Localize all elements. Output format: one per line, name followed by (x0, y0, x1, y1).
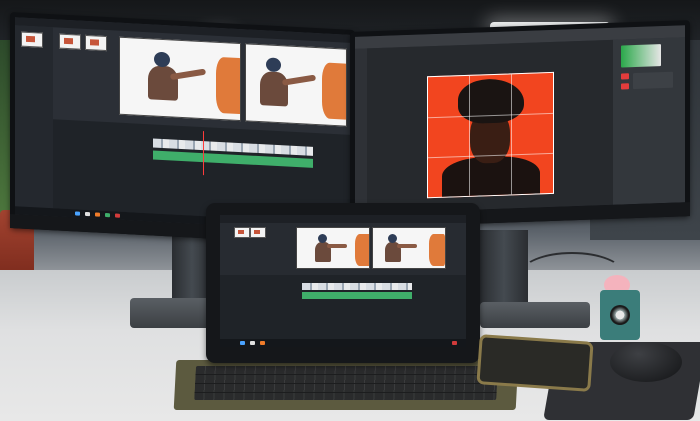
taskbar-app-icon (260, 341, 265, 345)
media-pool (15, 25, 53, 217)
media-thumbnail (250, 227, 266, 238)
canvas (367, 39, 613, 214)
editor-menubar (220, 215, 466, 223)
taskbar (220, 339, 466, 347)
taskbar-app-icon (115, 213, 120, 218)
taskbar-app-icon (452, 341, 457, 345)
taskbar-app-icon (85, 211, 90, 217)
audio-track (302, 292, 412, 299)
color-picker (621, 44, 661, 68)
taskbar-app-icon (75, 211, 80, 216)
media-thumbnail (59, 33, 81, 50)
taskbar-app-icon (250, 341, 255, 345)
timeline-panel (220, 275, 466, 339)
media-thumbnail (85, 34, 107, 52)
properties-panel (613, 37, 685, 205)
taskbar-app-icon (240, 341, 245, 345)
tablet (206, 203, 480, 363)
taskbar-app-icon (95, 212, 100, 217)
timeline-viewer (245, 43, 347, 127)
video-track (302, 283, 412, 290)
color-swatch (621, 83, 629, 90)
source-viewer (296, 227, 370, 269)
toy-camera-lens (610, 305, 630, 325)
media-thumbnail (21, 31, 43, 48)
color-swatch (621, 73, 629, 80)
layer-panel (633, 71, 673, 90)
timeline-viewer (372, 227, 446, 269)
photo-editor-screen (355, 25, 685, 214)
smartphone (476, 334, 594, 392)
playhead (203, 131, 204, 176)
tools-panel (355, 48, 367, 214)
video-editor-screen (15, 17, 350, 232)
tablet-screen (220, 215, 466, 347)
keyboard-keys (194, 366, 498, 400)
taskbar-app-icon (105, 212, 110, 218)
source-viewer (119, 36, 241, 122)
portrait-photo (427, 71, 554, 199)
media-thumbnail (234, 227, 250, 238)
keyboard-cover (173, 360, 519, 410)
monitor-stand-base (480, 302, 590, 328)
computer-mouse (610, 342, 682, 382)
right-monitor (350, 20, 690, 228)
